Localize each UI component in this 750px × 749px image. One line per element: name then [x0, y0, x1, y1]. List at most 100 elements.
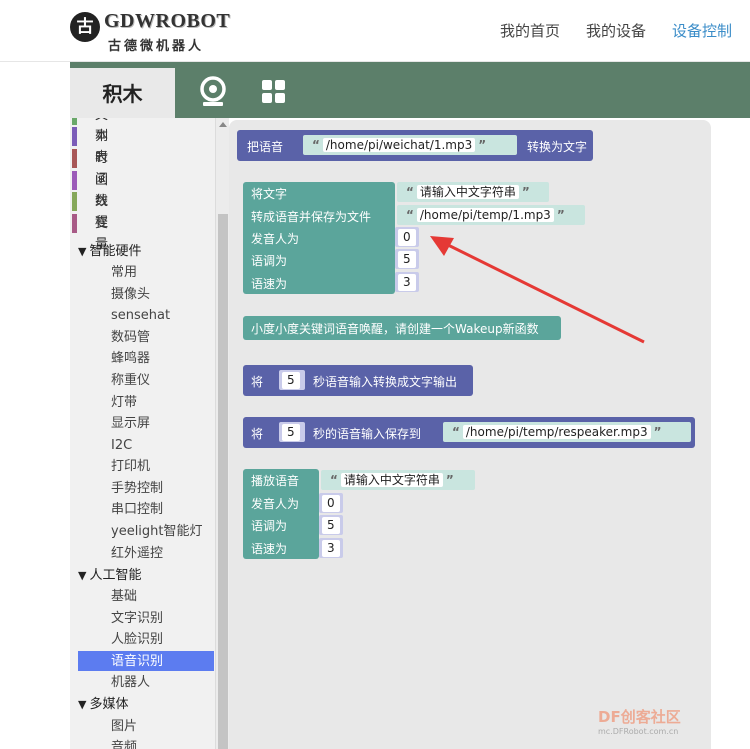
block-label: 转换为文字 [527, 140, 588, 154]
sidebar-item[interactable]: 显示屏 [111, 413, 150, 434]
block-number-value: 3 [322, 540, 340, 557]
page: 古 GDWROBOT 古德微机器人 我的首页 我的设备 设备控制 积木 文本 [0, 0, 750, 749]
collapse-triangle-icon: ▼ [78, 698, 87, 711]
sidebar-item[interactable]: 常用 [111, 262, 137, 283]
blockly-workspace[interactable]: 把语音 “/home/pi/weichat/1.mp3” 转换为文字 将文字 转… [229, 118, 750, 749]
watermark: DF创客社区 mc.DFRobot.com.cn [598, 706, 681, 736]
category-color-bar [72, 192, 77, 211]
sidebar-item[interactable]: sensehat [111, 305, 170, 326]
block-number-value: 0 [322, 495, 340, 512]
group-multimedia[interactable]: ▼ 多媒体 [78, 694, 128, 715]
block-string-input[interactable]: “/home/pi/temp/respeaker.mp3” [443, 422, 691, 442]
sidebar-item[interactable]: 串口控制 [111, 499, 163, 520]
block-play-speech[interactable]: 播放语音 发音人为 语调为 语速为 [243, 469, 319, 559]
block-label: 语速为 [251, 277, 288, 291]
group-label: 智能硬件 [89, 244, 142, 259]
quote-close-icon: ” [653, 425, 662, 439]
sidebar-item[interactable]: 基础 [111, 586, 137, 607]
block-speech-input-to-text[interactable]: 将 5 秒语音输入转换成文字输出 [243, 365, 473, 396]
block-string-input[interactable]: “请输入中文字符串” [397, 182, 549, 202]
block-number-input[interactable]: 0 [395, 227, 419, 247]
block-number-input[interactable]: 5 [279, 370, 305, 390]
block-label: 秒语音输入转换成文字输出 [313, 375, 458, 389]
block-save-speech-input[interactable]: 将 5 秒的语音输入保存到 “/home/pi/temp/respeaker.m… [243, 417, 695, 448]
sidebar-scrollbar[interactable] [215, 118, 229, 749]
nav-home[interactable]: 我的首页 [500, 20, 560, 41]
block-number-input[interactable]: 5 [279, 422, 305, 442]
quote-close-icon: ” [445, 473, 454, 487]
block-number-value: 5 [282, 372, 300, 389]
block-number-input[interactable]: 3 [319, 538, 343, 558]
workspace-canvas[interactable]: 把语音 “/home/pi/weichat/1.mp3” 转换为文字 将文字 转… [229, 120, 711, 749]
block-string-input[interactable]: “请输入中文字符串” [321, 470, 475, 490]
sidebar-item[interactable]: 红外遥控 [111, 543, 163, 564]
quote-open-icon: “ [452, 425, 460, 439]
block-speech-to-text[interactable]: 把语音 “/home/pi/weichat/1.mp3” 转换为文字 [237, 130, 593, 161]
sidebar-item[interactable]: 摄像头 [111, 284, 150, 305]
watermark-brand: DF创客社区 [598, 708, 681, 726]
sidebar-item[interactable]: 称重仪 [111, 370, 150, 391]
group-label: 人工智能 [89, 568, 142, 583]
quote-open-icon: “ [330, 473, 338, 487]
block-label: 把语音 [247, 140, 284, 154]
block-label: 将 [251, 375, 264, 389]
scroll-up-arrow-icon[interactable] [219, 122, 227, 127]
camera-icon[interactable] [196, 74, 230, 108]
block-number-input[interactable]: 5 [395, 249, 419, 269]
collapse-triangle-icon: ▼ [78, 245, 87, 258]
nav-device-control[interactable]: 设备控制 [672, 20, 732, 41]
scrollbar-thumb[interactable] [218, 214, 228, 749]
header: 古 GDWROBOT 古德微机器人 我的首页 我的设备 设备控制 [0, 0, 750, 62]
block-string-value: 请输入中文字符串 [340, 473, 443, 487]
block-number-input[interactable]: 5 [319, 515, 343, 535]
block-label: 将 [251, 427, 264, 441]
sidebar-item[interactable]: yeelight智能灯 [111, 521, 203, 542]
category-color-bar [72, 118, 77, 125]
sidebar-item[interactable]: 手势控制 [111, 478, 163, 499]
sidebar-item[interactable]: 人脸识别 [111, 629, 163, 650]
group-label: 多媒体 [89, 697, 129, 712]
block-number-value: 5 [322, 517, 340, 534]
sidebar-item[interactable]: 文字识别 [111, 608, 163, 629]
sidebar-item[interactable]: 音频 [111, 737, 137, 749]
block-string-value: 请输入中文字符串 [416, 185, 519, 199]
block-number-value: 5 [398, 251, 416, 268]
sidebar-item[interactable]: 机器人 [111, 672, 150, 693]
quote-open-icon: “ [406, 185, 414, 199]
block-label: 发音人为 [251, 232, 300, 246]
block-string-input[interactable]: “/home/pi/weichat/1.mp3” [303, 135, 517, 155]
block-number-value: 0 [398, 229, 416, 246]
tab-blocks[interactable]: 积木 [70, 68, 175, 118]
sidebar-item[interactable]: 打印机 [111, 456, 150, 477]
quote-close-icon: ” [478, 138, 487, 152]
block-tts-save[interactable]: 将文字 转成语音并保存为文件 发音人为 语调为 语速为 [243, 182, 395, 294]
logo[interactable]: 古 GDWROBOT 古德微机器人 [70, 8, 230, 54]
category-color-bar [72, 149, 77, 168]
annotation-arrow-icon [430, 236, 645, 344]
sidebar-item[interactable]: 灯带 [111, 392, 137, 413]
group-ai[interactable]: ▼ 人工智能 [78, 565, 141, 586]
logo-mark: 古 [70, 12, 100, 42]
sidebar-item[interactable]: 蜂鸣器 [111, 348, 150, 369]
block-number-input[interactable]: 0 [319, 493, 343, 513]
block-string-value: /home/pi/weichat/1.mp3 [322, 138, 476, 152]
category-color-bar [72, 171, 77, 190]
nav-devices[interactable]: 我的设备 [586, 20, 646, 41]
sidebar-item[interactable]: 数码管 [111, 327, 150, 348]
sidebar-item-speech-recognition[interactable]: 语音识别 [111, 651, 163, 672]
block-number-value: 3 [398, 274, 416, 291]
watermark-url: mc.DFRobot.com.cn [598, 727, 679, 736]
block-label: 秒的语音输入保存到 [313, 427, 422, 441]
quote-open-icon: “ [312, 138, 320, 152]
top-nav: 我的首页 我的设备 设备控制 [500, 20, 732, 41]
block-string-input[interactable]: “/home/pi/temp/1.mp3” [397, 205, 585, 225]
block-label: 播放语音 [251, 474, 300, 488]
block-label: 语速为 [251, 542, 288, 556]
grid-icon[interactable] [256, 74, 290, 108]
sidebar-item[interactable]: I2C [111, 435, 132, 456]
block-label: 将文字 [251, 187, 288, 201]
sidebar-item[interactable]: 图片 [111, 716, 137, 737]
block-number-input[interactable]: 3 [395, 272, 419, 292]
block-number-value: 5 [282, 424, 300, 441]
group-smart-hardware[interactable]: ▼ 智能硬件 [78, 241, 141, 262]
